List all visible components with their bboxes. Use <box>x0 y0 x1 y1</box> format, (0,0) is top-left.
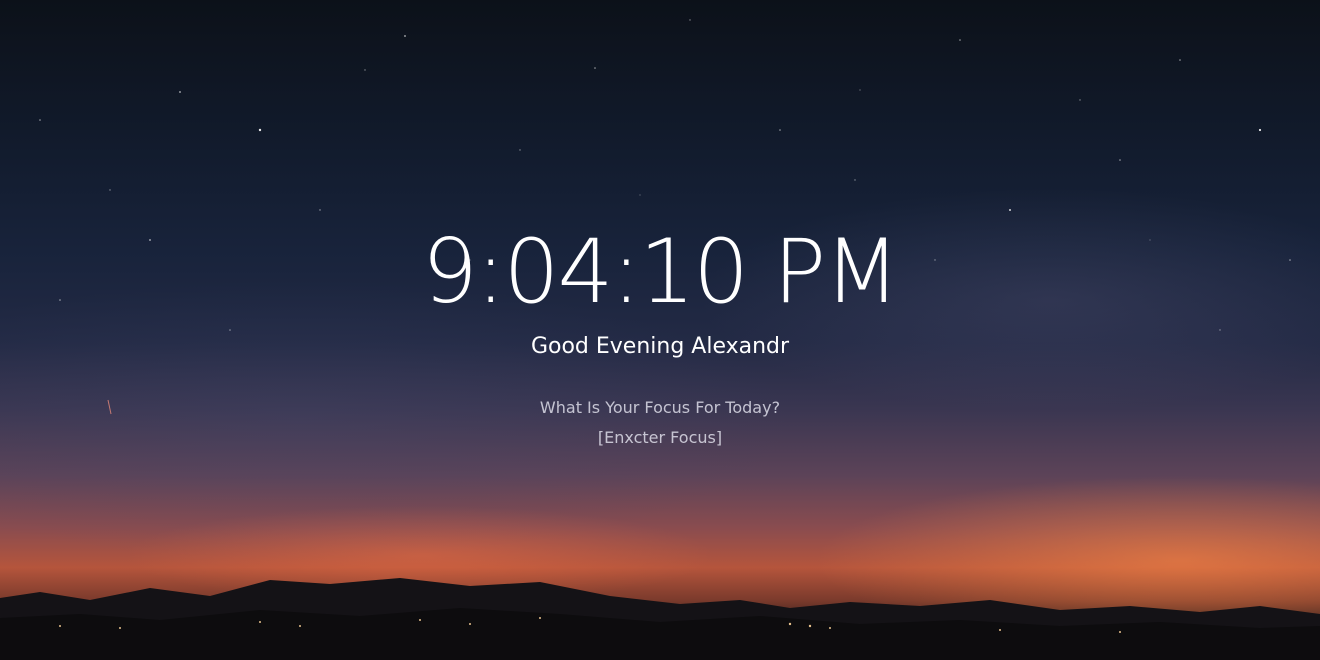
center-content: 9:04:10 PM Good Evening Alexandr What Is… <box>0 0 1320 660</box>
focus-question: What Is Your Focus For Today? <box>539 398 781 417</box>
background-image: 9:04:10 PM Good Evening Alexandr What Is… <box>0 0 1320 660</box>
clock-time: 9:04:10 PM <box>421 220 900 323</box>
greeting-text: Good Evening Alexandr <box>530 334 790 359</box>
focus-input[interactable]: [Enxcter Focus] <box>560 426 760 450</box>
